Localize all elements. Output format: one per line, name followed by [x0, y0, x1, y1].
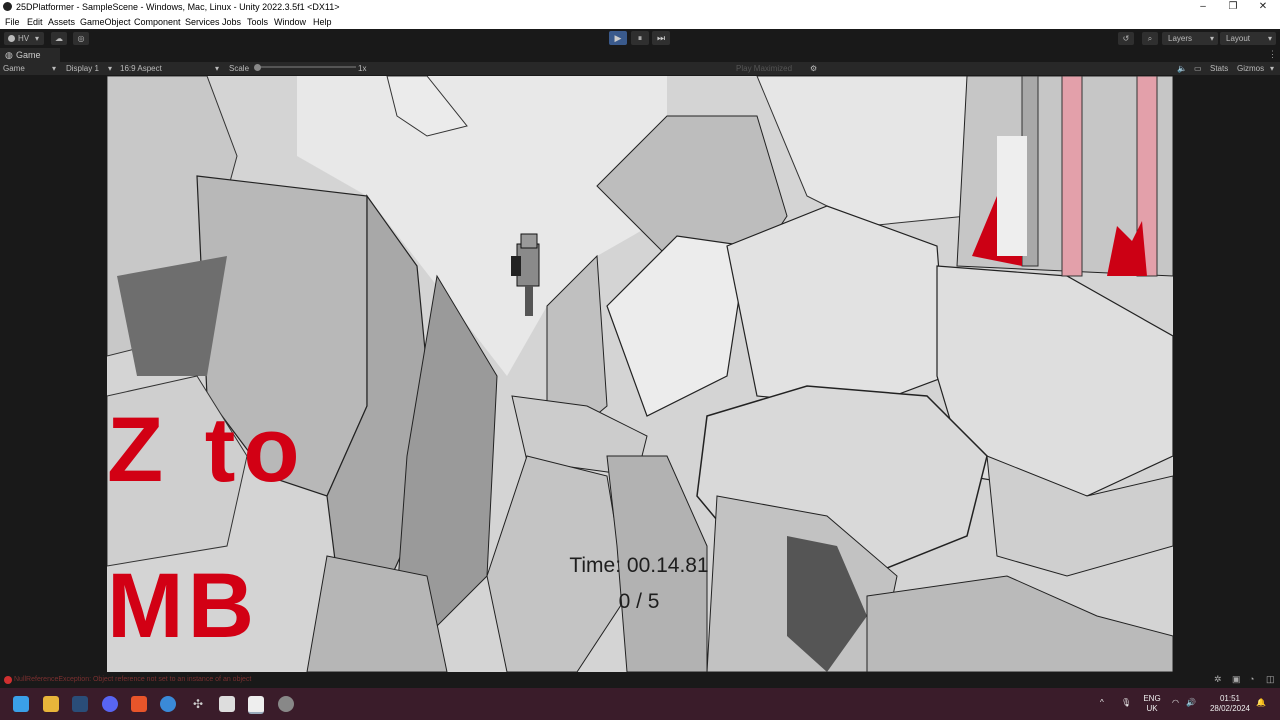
- game-view-icon: ◍: [5, 50, 13, 60]
- keyboard-layout: UK: [1146, 704, 1158, 713]
- notifications-bell-icon[interactable]: 🔔: [1256, 698, 1266, 708]
- game-view-toolbar: Game ▾ Display 1 ▾ 16:9 Aspect ▾ Scale 1…: [0, 62, 1280, 75]
- display-dropdown[interactable]: Display 1: [66, 64, 99, 73]
- maximize-button[interactable]: ❐: [1216, 0, 1250, 14]
- mode-dropdown[interactable]: Game: [3, 64, 25, 73]
- layers-dropdown[interactable]: Layers ▾: [1162, 32, 1218, 45]
- search-icon[interactable]: ⌕: [1142, 32, 1158, 45]
- tab-menu-icon[interactable]: ⋮: [1268, 49, 1277, 60]
- unity-logo-icon: [3, 2, 12, 11]
- chevron-down-icon: ▾: [1270, 64, 1275, 73]
- clock[interactable]: 01:51 28/02/2024: [1205, 694, 1255, 714]
- chevron-down-icon: ▾: [215, 64, 220, 73]
- volume-icon[interactable]: 🔊: [1186, 698, 1196, 708]
- menu-component[interactable]: Component: [134, 17, 181, 27]
- stats-toggle[interactable]: Stats: [1210, 64, 1228, 73]
- messenger-icon[interactable]: [160, 696, 176, 712]
- menu-jobs[interactable]: Jobs: [222, 17, 241, 27]
- play-button[interactable]: ▶: [609, 31, 627, 45]
- chevron-down-icon: ▾: [108, 64, 113, 73]
- audio-mute-icon[interactable]: 🔈: [1177, 64, 1187, 73]
- steam-icon[interactable]: [72, 696, 88, 712]
- window-title: 25DPlatformer - SampleScene - Windows, M…: [16, 2, 340, 12]
- clock-time: 01:51: [1219, 694, 1241, 703]
- game-viewport[interactable]: Z to MB Time: 00.14.81 0 / 5: [107, 76, 1173, 672]
- display-icon[interactable]: ▭: [1194, 64, 1202, 73]
- menu-bar: File Edit Assets GameObject Component Se…: [0, 14, 1280, 29]
- account-label: HV: [18, 34, 30, 43]
- chevron-down-icon: ▾: [1209, 34, 1214, 43]
- unity-editor-icon[interactable]: [248, 696, 264, 714]
- layers-label: Layers: [1168, 34, 1193, 43]
- tab-game[interactable]: ◍ Game: [0, 48, 60, 62]
- unity-hub-icon[interactable]: [219, 696, 235, 712]
- account-icon: [8, 35, 15, 42]
- lock-icon[interactable]: ▣: [1232, 674, 1241, 685]
- tool-icon[interactable]: ✣: [190, 696, 206, 712]
- windows-start-icon[interactable]: [13, 696, 29, 712]
- status-bar: NullReferenceException: Object reference…: [0, 673, 1280, 687]
- tab-game-label: Game: [16, 50, 41, 60]
- history-icon[interactable]: ↺: [1118, 32, 1134, 45]
- instruction-sign-line2: MB: [107, 555, 259, 657]
- chevron-down-icon: ▾: [1267, 34, 1272, 43]
- obs-icon[interactable]: [278, 696, 294, 712]
- layout-label: Layout: [1226, 34, 1251, 43]
- microphone-icon[interactable]: 🎙: [1121, 698, 1131, 708]
- scale-value: 1x: [358, 64, 367, 73]
- minimize-button[interactable]: –: [1186, 0, 1220, 14]
- error-icon: [4, 676, 12, 684]
- pause-button[interactable]: ⏸: [631, 31, 649, 45]
- language-indicator[interactable]: ENG UK: [1140, 694, 1164, 714]
- layout-dropdown[interactable]: Layout ▾: [1220, 32, 1276, 45]
- collab-icon[interactable]: ◎: [73, 32, 89, 45]
- wifi-icon[interactable]: ◠: [1172, 698, 1179, 708]
- windows-taskbar: ✣ ^ 🎙 ENG UK ◠ 🔊 01:51 28/02/2024 🔔: [0, 688, 1280, 720]
- menu-services[interactable]: Services: [185, 17, 220, 27]
- aspect-dropdown[interactable]: 16:9 Aspect: [120, 64, 162, 73]
- discord-icon[interactable]: [102, 696, 118, 712]
- menu-edit[interactable]: Edit: [27, 17, 43, 27]
- notification-icon[interactable]: ◫: [1266, 674, 1275, 685]
- progress-icon[interactable]: ◔: [1249, 674, 1254, 684]
- chevron-down-icon: ▾: [52, 64, 57, 73]
- scale-slider-handle[interactable]: [254, 64, 261, 71]
- instruction-sign-line1: Z to: [107, 399, 308, 501]
- bug-icon[interactable]: ✲: [1214, 674, 1222, 685]
- tray-expand-icon[interactable]: ^: [1100, 698, 1104, 708]
- step-button[interactable]: ⏭: [652, 31, 670, 45]
- gizmos-dropdown[interactable]: Gizmos: [1237, 64, 1264, 73]
- window-titlebar: 25DPlatformer - SampleScene - Windows, M…: [0, 0, 1280, 14]
- menu-assets[interactable]: Assets: [48, 17, 75, 27]
- brave-browser-icon[interactable]: [131, 696, 147, 712]
- play-maximized-toggle[interactable]: Play Maximized: [736, 64, 792, 73]
- menu-window[interactable]: Window: [274, 17, 306, 27]
- menu-file[interactable]: File: [5, 17, 20, 27]
- chevron-down-icon: ▾: [35, 34, 40, 43]
- timer-text: Time: 00.14.81: [569, 554, 709, 577]
- file-explorer-icon[interactable]: [43, 696, 59, 712]
- tab-bar: ◍ Game ⋮: [0, 48, 1280, 62]
- console-error-message[interactable]: NullReferenceException: Object reference…: [14, 676, 251, 683]
- menu-gameobject[interactable]: GameObject: [80, 17, 131, 27]
- clock-date: 28/02/2024: [1209, 704, 1251, 713]
- game-scene: [107, 76, 1173, 672]
- cloud-icon[interactable]: ☁: [51, 32, 67, 45]
- gear-icon[interactable]: ⚙: [810, 64, 817, 73]
- menu-tools[interactable]: Tools: [247, 17, 268, 27]
- language-code: ENG: [1143, 694, 1161, 703]
- account-dropdown[interactable]: HV ▾: [4, 32, 44, 45]
- close-button[interactable]: ✕: [1246, 0, 1280, 14]
- menu-help[interactable]: Help: [313, 17, 332, 27]
- scale-slider-track[interactable]: [256, 66, 356, 68]
- collectible-counter: 0 / 5: [618, 590, 660, 613]
- scale-label: Scale: [229, 64, 250, 73]
